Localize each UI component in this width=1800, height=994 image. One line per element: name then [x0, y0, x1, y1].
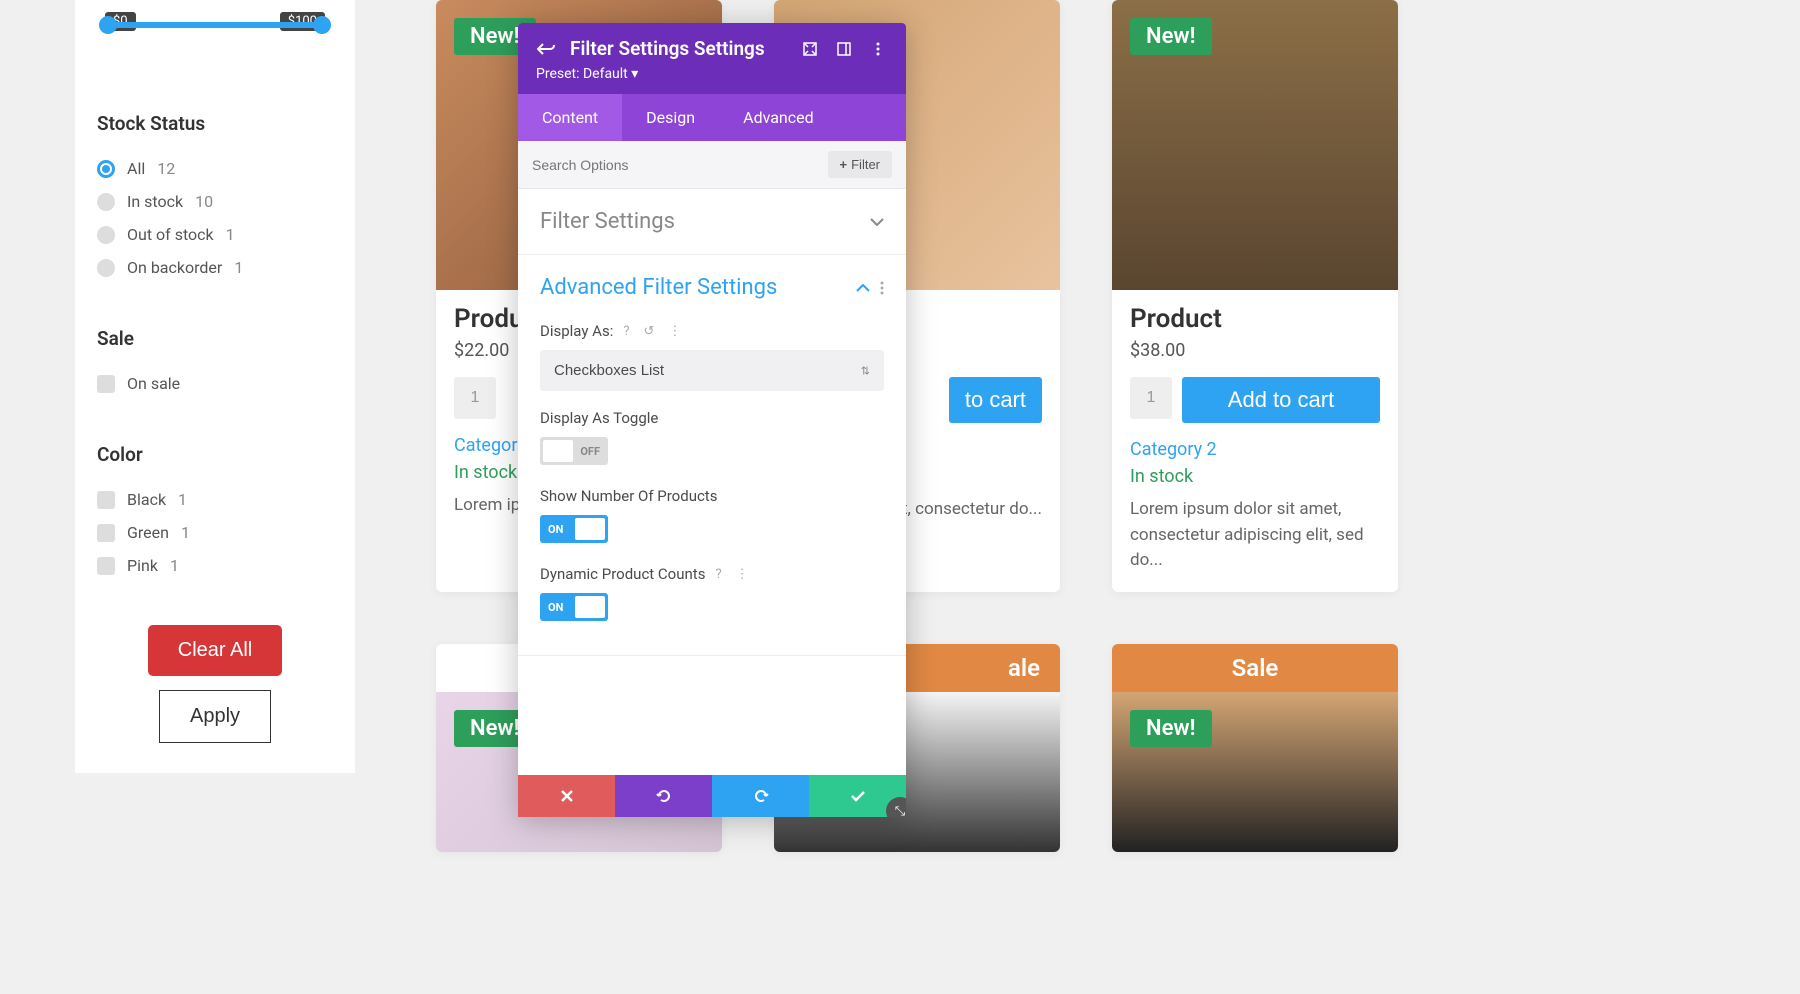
- stock-option-count: 1: [226, 225, 235, 244]
- search-options-row: +Filter: [518, 141, 906, 189]
- sale-heading: Sale: [97, 327, 333, 350]
- color-option-label: Pink: [127, 556, 158, 575]
- stock-option-count: 12: [157, 159, 175, 178]
- section-more-icon[interactable]: [880, 281, 884, 295]
- display-as-label: Display As: ? ↺ ⋮: [540, 322, 884, 340]
- color-option-pink[interactable]: Pink 1: [97, 556, 333, 575]
- stock-option-count: 10: [195, 192, 213, 211]
- chevron-down-icon: [870, 218, 884, 226]
- product-card: Sale New!: [1112, 644, 1398, 852]
- checkbox-unchecked-icon: [97, 557, 115, 575]
- help-icon[interactable]: ?: [715, 567, 721, 582]
- stock-option-backorder[interactable]: On backorder 1: [97, 258, 333, 277]
- new-badge: New!: [1130, 18, 1212, 55]
- stock-option-label: Out of stock: [127, 225, 214, 244]
- stock-option-label: All: [127, 159, 145, 178]
- reset-icon[interactable]: ↺: [644, 324, 655, 339]
- modal-title: Filter Settings Settings: [570, 37, 786, 60]
- radio-unselected-icon: [97, 193, 115, 211]
- sale-option-label: On sale: [127, 374, 180, 393]
- checkbox-unchecked-icon: [97, 491, 115, 509]
- modal-tabs: Content Design Advanced: [518, 94, 906, 141]
- modal-header: Filter Settings Settings Preset: Default…: [518, 23, 906, 94]
- color-heading: Color: [97, 443, 333, 466]
- checkbox-unchecked-icon: [97, 375, 115, 393]
- add-to-cart-button[interactable]: Add to cart: [1182, 377, 1380, 423]
- add-filter-button[interactable]: +Filter: [828, 151, 892, 178]
- color-option-black[interactable]: Black 1: [97, 490, 333, 509]
- help-icon[interactable]: ?: [623, 324, 629, 339]
- new-badge: New!: [1130, 710, 1212, 747]
- preset-selector[interactable]: Preset: Default ▾: [536, 66, 888, 82]
- price-slider-min-thumb[interactable]: [99, 16, 117, 34]
- stock-option-count: 1: [234, 258, 243, 277]
- advanced-settings-body: Display As: ? ↺ ⋮ Checkboxes List ⇅ Disp…: [518, 300, 906, 655]
- filter-settings-section[interactable]: Filter Settings: [518, 189, 906, 255]
- stock-status-heading: Stock Status: [97, 112, 333, 135]
- tab-advanced[interactable]: Advanced: [719, 94, 838, 141]
- product-image[interactable]: New!: [1112, 692, 1398, 852]
- dock-icon[interactable]: [834, 39, 854, 59]
- display-as-select[interactable]: Checkboxes List: [540, 350, 884, 391]
- tab-content[interactable]: Content: [518, 94, 622, 141]
- advanced-filter-settings-section[interactable]: Advanced Filter Settings: [518, 255, 906, 300]
- product-stock: In stock: [1130, 466, 1380, 487]
- color-option-green[interactable]: Green 1: [97, 523, 333, 542]
- product-category[interactable]: Category 2: [1130, 439, 1380, 460]
- cancel-button[interactable]: [518, 775, 615, 817]
- filter-settings-modal: Filter Settings Settings Preset: Default…: [518, 23, 906, 817]
- chevron-up-icon: [856, 284, 870, 292]
- radio-unselected-icon: [97, 226, 115, 244]
- stock-option-out-of-stock[interactable]: Out of stock 1: [97, 225, 333, 244]
- undo-button[interactable]: [615, 775, 712, 817]
- sale-badge: Sale: [1112, 644, 1398, 692]
- sale-option-on-sale[interactable]: On sale: [97, 374, 333, 393]
- clear-all-button[interactable]: Clear All: [148, 625, 282, 676]
- modal-footer: [518, 775, 906, 817]
- show-number-label: Show Number Of Products: [540, 487, 884, 505]
- redo-button[interactable]: [712, 775, 809, 817]
- product-description: Lorem ipsum dolor sit amet, consectetur …: [1130, 497, 1380, 574]
- quantity-input[interactable]: [454, 377, 496, 419]
- back-icon[interactable]: [536, 39, 556, 59]
- color-option-count: 1: [181, 523, 190, 542]
- product-title: Product: [1130, 304, 1380, 334]
- search-options-input[interactable]: [532, 157, 828, 173]
- price-slider[interactable]: [105, 22, 325, 28]
- price-slider-max-thumb[interactable]: [313, 16, 331, 34]
- color-option-label: Black: [127, 490, 166, 509]
- section-title: Filter Settings: [540, 209, 675, 234]
- radio-selected-icon: [97, 160, 115, 178]
- dynamic-counts-switch[interactable]: ON: [540, 593, 608, 621]
- product-card: New! Product $38.00 Add to cart Category…: [1112, 0, 1398, 592]
- quantity-input[interactable]: [1130, 377, 1172, 419]
- expand-icon[interactable]: [800, 39, 820, 59]
- stock-option-in-stock[interactable]: In stock 10: [97, 192, 333, 211]
- product-price: $38.00: [1130, 340, 1380, 361]
- field-more-icon[interactable]: ⋮: [736, 567, 749, 582]
- field-more-icon[interactable]: ⋮: [668, 324, 681, 339]
- stock-option-label: On backorder: [127, 258, 222, 277]
- filter-sidebar: $0 $100 Stock Status All 12 In stock 10 …: [75, 0, 355, 773]
- checkbox-unchecked-icon: [97, 524, 115, 542]
- display-toggle-switch[interactable]: OFF: [540, 437, 608, 465]
- dynamic-counts-label: Dynamic Product Counts ? ⋮: [540, 565, 884, 583]
- add-to-cart-button[interactable]: to cart: [949, 377, 1042, 423]
- apply-button[interactable]: Apply: [159, 690, 271, 743]
- stock-option-all[interactable]: All 12: [97, 159, 333, 178]
- more-icon[interactable]: [868, 39, 888, 59]
- display-toggle-label: Display As Toggle: [540, 409, 884, 427]
- radio-unselected-icon: [97, 259, 115, 277]
- show-number-switch[interactable]: ON: [540, 515, 608, 543]
- price-range: $0 $100: [97, 22, 333, 62]
- product-image[interactable]: New!: [1112, 0, 1398, 290]
- stock-option-label: In stock: [127, 192, 183, 211]
- color-option-count: 1: [178, 490, 187, 509]
- section-title: Advanced Filter Settings: [540, 275, 777, 300]
- color-option-label: Green: [127, 523, 169, 542]
- tab-design[interactable]: Design: [622, 94, 719, 141]
- color-option-count: 1: [170, 556, 179, 575]
